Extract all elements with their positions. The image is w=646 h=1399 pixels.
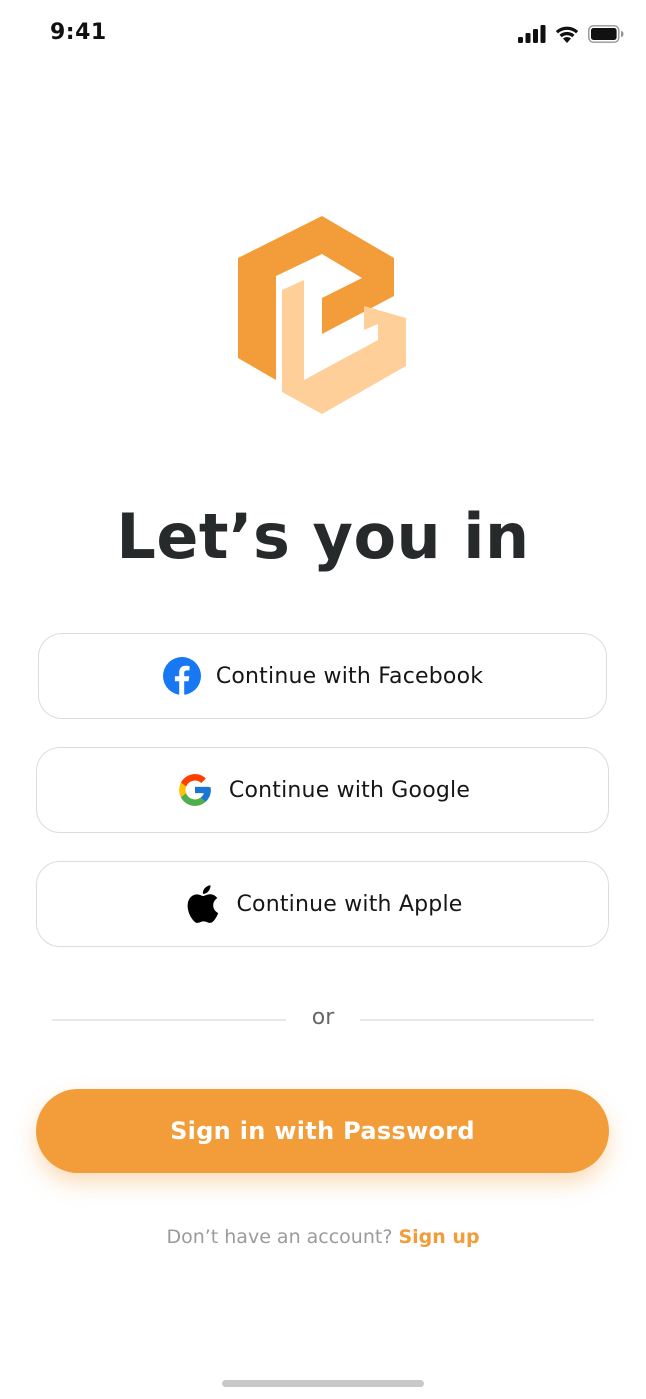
brand-logo-icon [236, 214, 408, 418]
signup-prompt: Don’t have an account? [166, 1226, 393, 1248]
facebook-icon [162, 656, 202, 696]
continue-with-google-button[interactable]: Continue with Google [36, 747, 609, 833]
status-time: 9:41 [50, 20, 107, 45]
signup-row: Don’t have an account? Sign up [0, 1226, 646, 1248]
google-icon [175, 770, 215, 810]
divider-line-right [360, 1019, 594, 1021]
home-indicator[interactable] [222, 1380, 424, 1387]
status-icons [518, 24, 624, 47]
wifi-icon [554, 24, 580, 47]
page-title: Let’s you in [116, 500, 530, 573]
sign-up-link[interactable]: Sign up [398, 1226, 479, 1248]
divider-text: or [311, 1005, 335, 1030]
facebook-button-label: Continue with Facebook [215, 663, 484, 689]
battery-icon [588, 24, 624, 47]
continue-with-apple-button[interactable]: Continue with Apple [36, 861, 609, 947]
divider-line-left [52, 1019, 286, 1021]
signal-icon [518, 24, 546, 47]
continue-with-facebook-button[interactable]: Continue with Facebook [38, 633, 607, 719]
apple-icon [182, 884, 222, 924]
status-bar: 9:41 [0, 0, 646, 70]
apple-button-label: Continue with Apple [236, 891, 463, 917]
google-button-label: Continue with Google [228, 777, 471, 803]
sign-in-with-password-button[interactable]: Sign in with Password [36, 1089, 609, 1173]
